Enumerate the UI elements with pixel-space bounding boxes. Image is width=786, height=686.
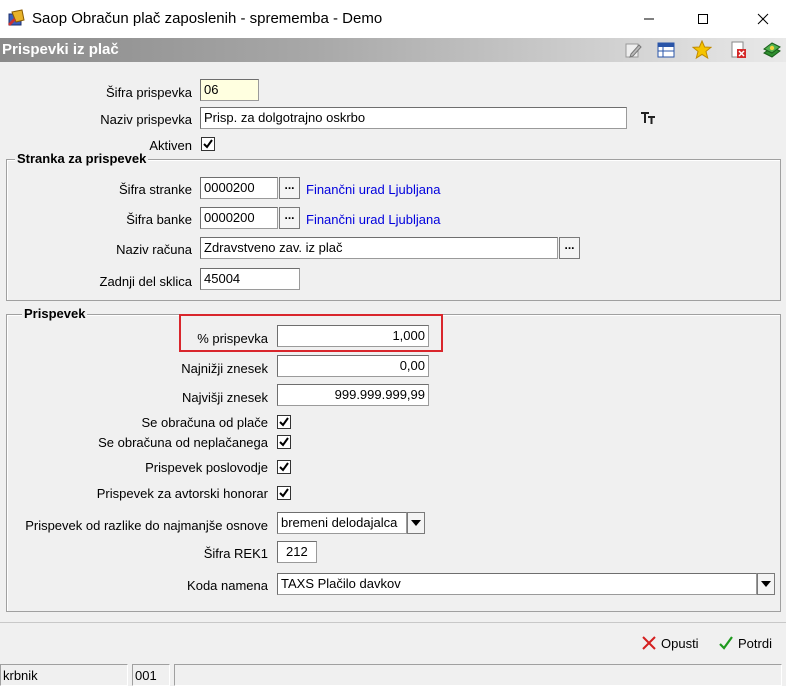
window-titlebar: Saop Obračun plač zaposlenih - sprememba… bbox=[0, 0, 786, 38]
status-code: 001 bbox=[132, 664, 170, 686]
sifra-banke-input[interactable]: 0000200 bbox=[200, 207, 278, 229]
avtorski-honorar-label: Prispevek za avtorski honorar bbox=[96, 486, 268, 501]
od-neplacanega-checkbox[interactable] bbox=[277, 435, 291, 449]
cancel-button-label: Opusti bbox=[661, 635, 699, 651]
checkmark-icon bbox=[279, 462, 289, 472]
najnizji-znesek-label: Najnižji znesek bbox=[181, 361, 268, 376]
status-message bbox=[174, 664, 782, 686]
najvisji-znesek-label: Najvišji znesek bbox=[182, 390, 268, 405]
od-neplacanega-label: Se obračuna od neplačanega bbox=[98, 435, 268, 450]
sifra-stranke-label: Šifra stranke bbox=[119, 182, 192, 197]
koda-namena-label: Koda namena bbox=[187, 578, 268, 593]
status-bar: krbnik 001 bbox=[0, 663, 786, 686]
od-place-label: Se obračuna od plače bbox=[141, 415, 268, 430]
naziv-prispevka-input[interactable]: Prisp. za dolgotrajno oskrbo bbox=[200, 107, 627, 129]
avtorski-honorar-checkbox[interactable] bbox=[277, 486, 291, 500]
sifra-stranke-lookup-button[interactable]: ... bbox=[279, 177, 300, 199]
minimize-button[interactable] bbox=[626, 0, 672, 38]
sifra-prispevka-label: Šifra prispevka bbox=[106, 85, 192, 100]
maximize-icon bbox=[698, 14, 708, 24]
minimize-icon bbox=[644, 18, 654, 20]
confirm-button[interactable]: Potrdi bbox=[718, 632, 772, 654]
sifra-banke-lookup-button[interactable]: ... bbox=[279, 207, 300, 229]
form-title: Prispevki iz plač bbox=[2, 41, 119, 58]
naziv-prispevka-label: Naziv prispevka bbox=[100, 112, 192, 127]
footer-divider bbox=[0, 622, 786, 623]
od-razlike-label: Prispevek od razlike do najmanjše osnove bbox=[25, 518, 268, 533]
cancel-button[interactable]: Opusti bbox=[641, 632, 699, 654]
sifra-banke-label: Šifra banke bbox=[126, 212, 192, 227]
naziv-racuna-input[interactable]: Zdravstveno zav. iz plač bbox=[200, 237, 558, 259]
confirm-button-label: Potrdi bbox=[738, 635, 772, 651]
koda-namena-select[interactable]: TAXS Plačilo davkov bbox=[277, 573, 757, 595]
checkmark-icon bbox=[279, 488, 289, 498]
od-razlike-dropdown-button[interactable] bbox=[407, 512, 425, 534]
sifra-rek1-input[interactable]: 212 bbox=[277, 541, 317, 563]
zadnji-del-sklica-label: Zadnji del sklica bbox=[99, 274, 193, 289]
checkmark-icon bbox=[719, 636, 733, 650]
grid-settings-icon[interactable] bbox=[656, 40, 676, 60]
najnizji-znesek-input[interactable]: 0,00 bbox=[277, 355, 429, 377]
sifra-prispevka-input[interactable]: 06 bbox=[200, 79, 259, 101]
close-icon bbox=[757, 13, 769, 25]
sifra-stranke-link[interactable]: Finančni urad Ljubljana bbox=[306, 182, 440, 197]
sifra-stranke-input[interactable]: 0000200 bbox=[200, 177, 278, 199]
poslovodje-checkbox[interactable] bbox=[277, 460, 291, 474]
koda-namena-dropdown-button[interactable] bbox=[757, 573, 775, 595]
favorite-star-icon[interactable] bbox=[691, 39, 713, 60]
naziv-racuna-label: Naziv računa bbox=[116, 242, 192, 257]
chevron-down-icon bbox=[761, 581, 771, 587]
sifra-rek1-label: Šifra REK1 bbox=[203, 546, 268, 561]
stranka-group-title: Stranka za prispevek bbox=[15, 151, 149, 166]
edit-icon[interactable] bbox=[623, 40, 643, 60]
chevron-down-icon bbox=[411, 520, 421, 526]
od-razlike-select[interactable]: bremeni delodajalca bbox=[277, 512, 407, 534]
sifra-banke-link[interactable]: Finančni urad Ljubljana bbox=[306, 212, 440, 227]
poslovodje-label: Prispevek poslovodje bbox=[145, 460, 268, 475]
aktiven-checkbox[interactable] bbox=[201, 137, 215, 151]
checkmark-icon bbox=[279, 417, 289, 427]
delete-document-icon[interactable] bbox=[728, 40, 748, 60]
form-header: Prispevki iz plač bbox=[0, 38, 786, 62]
status-user: krbnik bbox=[0, 664, 128, 686]
najvisji-znesek-input[interactable]: 999.999.999,99 bbox=[277, 384, 429, 406]
zadnji-del-sklica-input[interactable]: 45004 bbox=[200, 268, 300, 290]
od-place-checkbox[interactable] bbox=[277, 415, 291, 429]
cancel-x-icon bbox=[642, 636, 656, 650]
window-title: Saop Obračun plač zaposlenih - sprememba… bbox=[32, 10, 383, 27]
app-icon bbox=[6, 8, 26, 28]
help-book-icon[interactable] bbox=[762, 40, 782, 60]
checkmark-icon bbox=[279, 437, 289, 447]
highlight-box bbox=[179, 314, 443, 352]
checkmark-icon bbox=[203, 139, 213, 149]
prispevek-group-title: Prispevek bbox=[22, 306, 88, 321]
close-button[interactable] bbox=[740, 0, 786, 38]
text-format-icon[interactable] bbox=[640, 110, 656, 126]
maximize-button[interactable] bbox=[680, 0, 726, 38]
naziv-racuna-lookup-button[interactable]: ... bbox=[559, 237, 580, 259]
